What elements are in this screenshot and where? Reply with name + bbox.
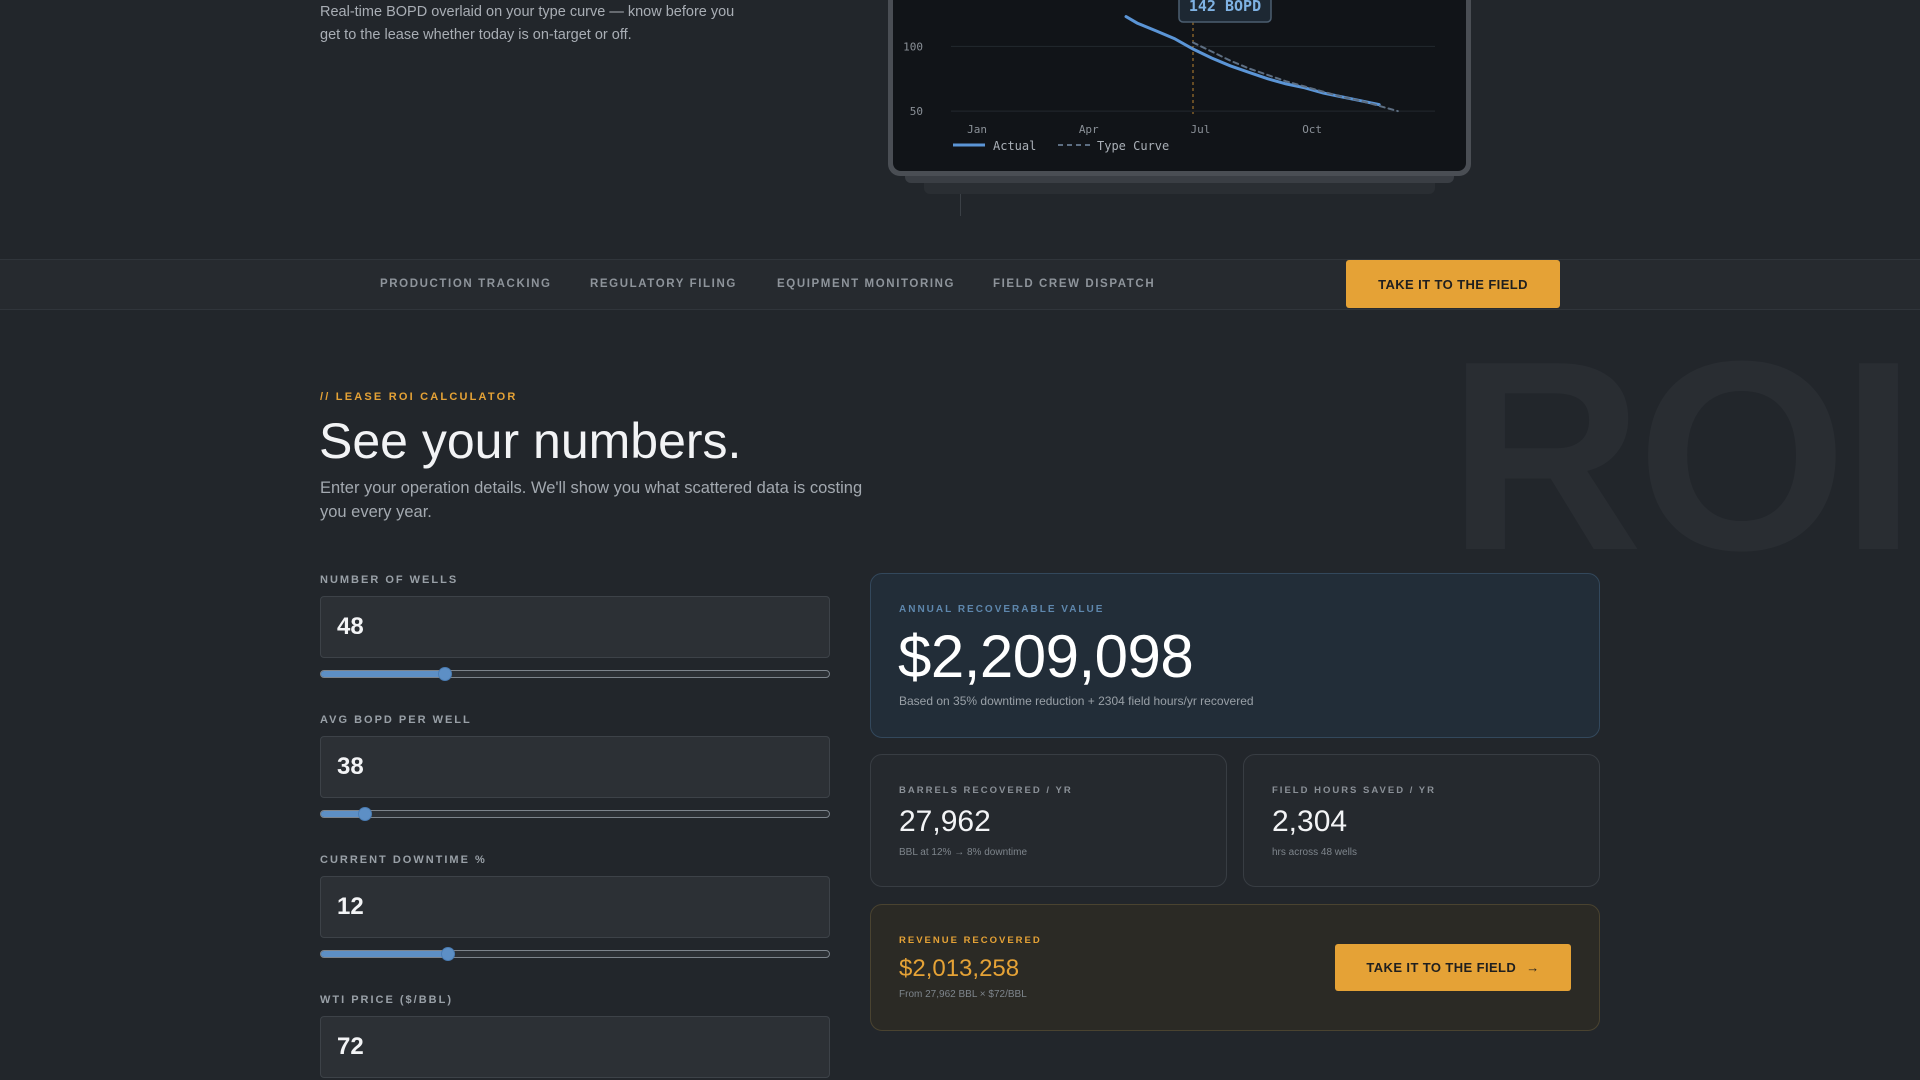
monitor-screen: 50 100 Jan Apr Jul Oct 142 BOPD Actual Type Curv… (893, 0, 1466, 171)
nav-equipment-monitoring[interactable]: EQUIPMENT MONITORING (777, 278, 955, 290)
cta-label: TAKE IT TO THE FIELD (1366, 960, 1517, 975)
barrels-label: BARRELS RECOVERED / YR (899, 785, 1073, 796)
x-tick-label: Apr (1079, 123, 1099, 136)
bopd-label: AVG BOPD PER WELL (320, 714, 472, 726)
wti-price-label: WTI PRICE ($/BBL) (320, 994, 453, 1006)
slider-handle[interactable] (438, 667, 453, 681)
bopd-input[interactable]: 38 (320, 736, 830, 798)
monitor-stand (924, 183, 1435, 194)
x-tick-label: Jul (1191, 123, 1211, 136)
annual-value: $2,209,098 (898, 623, 1194, 690)
barrels-card: BARRELS RECOVERED / YR 27,962 BBL at 12%… (870, 754, 1227, 887)
field-hours-note: hrs across 48 wells (1272, 847, 1358, 858)
legend-label-actual: Actual (993, 139, 1036, 153)
annual-value-card: ANNUAL RECOVERABLE VALUE $2,209,098 Base… (870, 573, 1600, 738)
section-subhead: Enter your operation details. We'll show… (320, 479, 863, 521)
annual-value-label: ANNUAL RECOVERABLE VALUE (899, 604, 1105, 615)
section-headline: See your numbers. (319, 413, 742, 469)
field-hours-value: 2,304 (1272, 805, 1348, 838)
revenue-note: From 27,962 BBL × $72/BBL (899, 989, 1027, 1000)
legend-label-type-curve: Type Curve (1097, 139, 1169, 153)
revenue-card: REVENUE RECOVERED $2,013,258 From 27,962… (870, 904, 1600, 1031)
x-tick-label: Jan (967, 123, 987, 136)
field-hours-card: FIELD HOURS SAVED / YR 2,304 hrs across … (1243, 754, 1600, 887)
hero-description: Real-time BOPD overlaid on your type cur… (320, 4, 735, 43)
nav-field-crew-dispatch[interactable]: FIELD CREW DISPATCH (993, 278, 1155, 290)
y-tick-label: 100 (903, 40, 923, 53)
roi-background-word: ROI (1448, 306, 1916, 607)
barrels-value: 27,962 (899, 805, 991, 838)
monitor-base (905, 176, 1454, 183)
downtime-input[interactable]: 12 (320, 876, 830, 938)
production-chart-monitor: 50 100 Jan Apr Jul Oct 142 BOPD Actual Type Curv… (888, 0, 1471, 216)
revenue-cta-button[interactable]: TAKE IT TO THE FIELD → (1335, 944, 1571, 991)
series-line-actual (1124, 15, 1381, 107)
revenue-value: $2,013,258 (899, 955, 1020, 982)
section-eyebrow: // LEASE ROI CALCULATOR (320, 391, 518, 403)
nav-cta-button[interactable]: TAKE IT TO THE FIELD (1346, 260, 1560, 308)
downtime-slider[interactable] (320, 947, 830, 961)
barrels-note: BBL at 12% → 8% downtime (899, 847, 1028, 858)
wells-slider[interactable] (320, 667, 830, 681)
wells-input[interactable]: 48 (320, 596, 830, 658)
wells-label: NUMBER OF WELLS (320, 574, 459, 586)
production-chart: 50 100 Jan Apr Jul Oct 142 BOPD Actual Type Curv… (903, 0, 1435, 153)
slider-fill (321, 951, 448, 957)
annual-value-note: Based on 35% downtime reduction + 2304 f… (899, 694, 1254, 708)
arrow-right-icon: → (1526, 960, 1540, 975)
bopd-slider[interactable] (320, 807, 830, 821)
slider-fill (321, 671, 446, 677)
field-hours-label: FIELD HOURS SAVED / YR (1272, 785, 1436, 796)
slider-handle[interactable] (358, 807, 373, 821)
monitor-frame: 50 100 Jan Apr Jul Oct 142 BOPD Actual Type Curv… (888, 0, 1471, 176)
x-tick-label: Oct (1302, 123, 1322, 136)
nav-production-tracking[interactable]: PRODUCTION TRACKING (380, 278, 552, 290)
feature-nav: PRODUCTION TRACKING REGULATORY FILING EQ… (0, 259, 1920, 310)
nav-regulatory-filing[interactable]: REGULATORY FILING (590, 278, 737, 290)
tooltip-label: 142 BOPD (1189, 0, 1261, 15)
slider-handle[interactable] (441, 947, 455, 961)
stand-divider (960, 194, 961, 216)
y-tick-label: 50 (910, 105, 923, 118)
downtime-label: CURRENT DOWNTIME % (320, 854, 487, 866)
revenue-label: REVENUE RECOVERED (899, 935, 1042, 946)
wti-price-input[interactable]: 72 (320, 1016, 830, 1078)
